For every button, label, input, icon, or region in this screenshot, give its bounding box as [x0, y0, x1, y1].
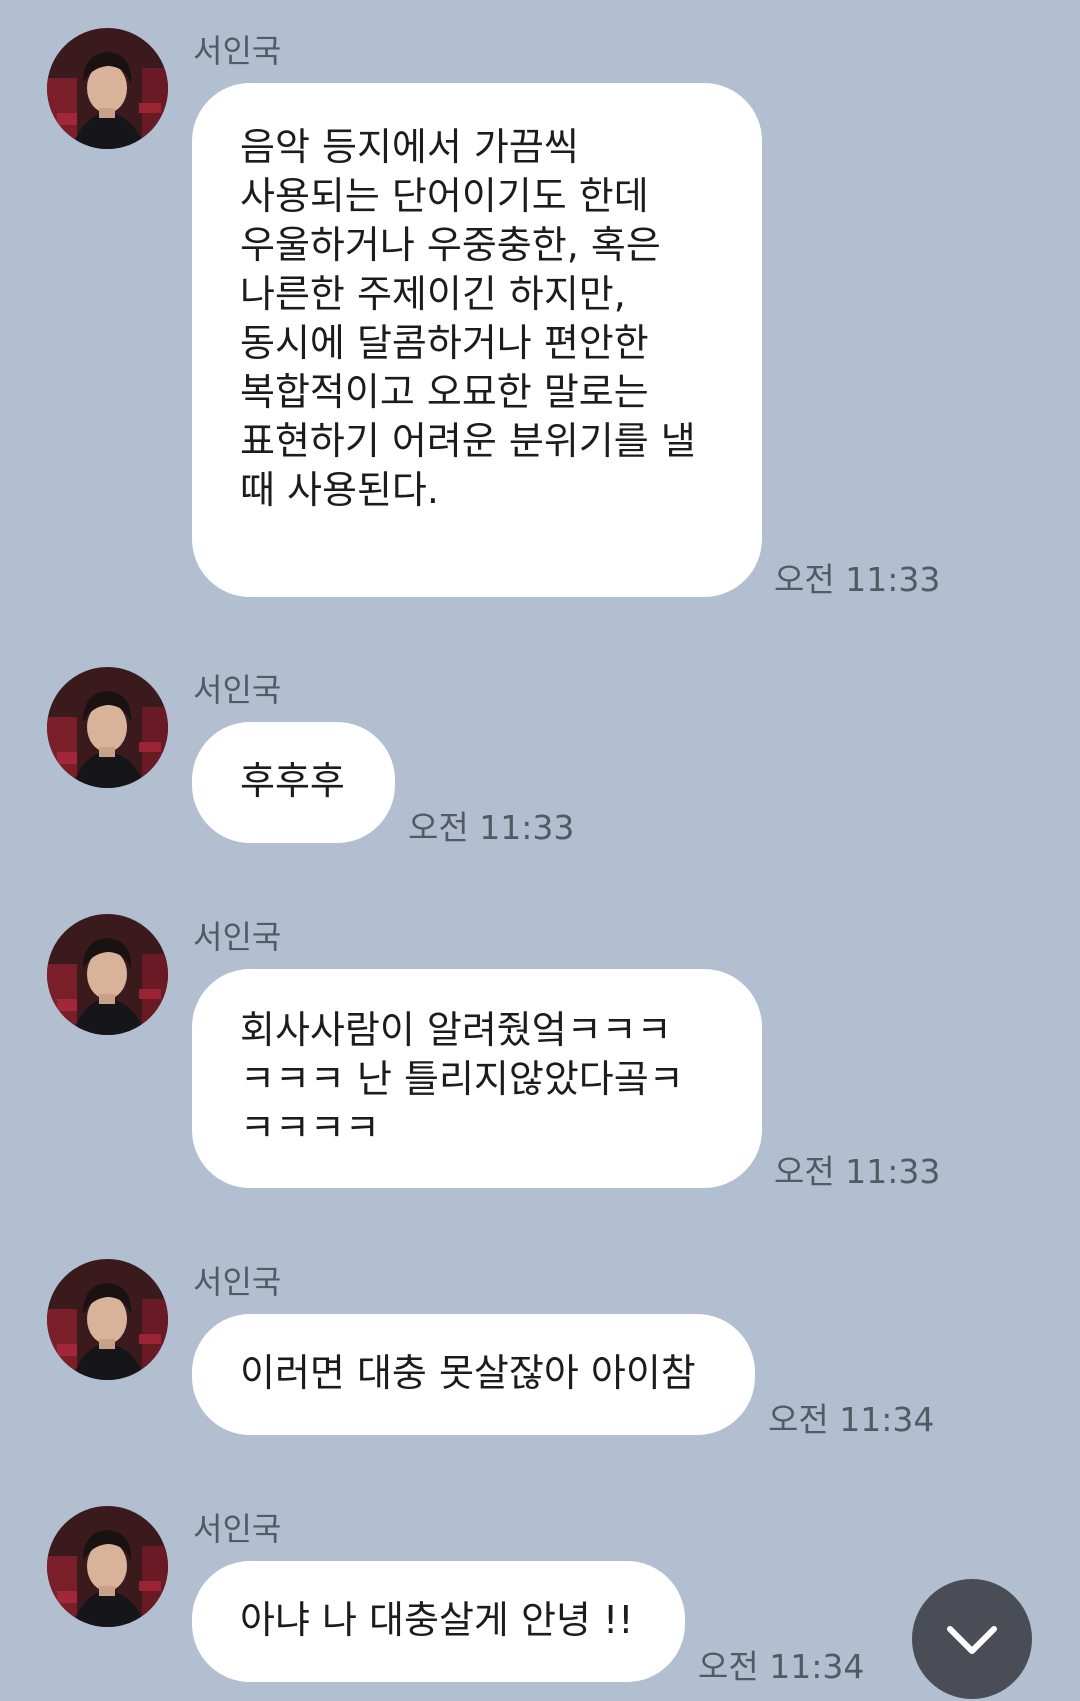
message-bubble[interactable]: 음악 등지에서 가끔씩 사용되는 단어이기도 한데 우울하거나 우중충한, 혹은… — [192, 83, 762, 597]
message-time: 오전 11:33 — [408, 808, 575, 847]
avatar-photo-icon — [47, 1259, 168, 1380]
message-time: 오전 11:34 — [768, 1400, 935, 1439]
avatar[interactable] — [47, 667, 168, 788]
message-time: 오전 11:33 — [774, 1152, 941, 1191]
avatar[interactable] — [47, 28, 168, 149]
chevron-down-icon — [947, 1626, 997, 1654]
avatar[interactable] — [47, 914, 168, 1035]
avatar-photo-icon — [47, 28, 168, 149]
message-bubble[interactable]: 이러면 대충 못살잖아 아이참 — [192, 1314, 755, 1435]
message-time: 오전 11:34 — [698, 1647, 865, 1686]
sender-name: 서인국 — [193, 1510, 282, 1548]
sender-name: 서인국 — [193, 1263, 282, 1301]
message-bubble[interactable]: 회사사람이 알려줬엌ㅋㅋㅋ ㅋㅋㅋ 난 틀리지않았다곸ㅋ ㅋㅋㅋㅋ — [192, 969, 762, 1188]
message-time: 오전 11:33 — [774, 560, 941, 599]
chat-room: 서인국 음악 등지에서 가끔씩 사용되는 단어이기도 한데 우울하거나 우중충한… — [0, 0, 1080, 1701]
message-bubble[interactable]: 아냐 나 대충살게 안녕 !! — [192, 1561, 685, 1682]
sender-name: 서인국 — [193, 671, 282, 709]
avatar[interactable] — [47, 1506, 168, 1627]
message-bubble[interactable]: 후후후 — [192, 722, 395, 843]
avatar[interactable] — [47, 1259, 168, 1380]
sender-name: 서인국 — [193, 32, 282, 70]
avatar-photo-icon — [47, 667, 168, 788]
sender-name: 서인국 — [193, 918, 282, 956]
avatar-photo-icon — [47, 914, 168, 1035]
scroll-to-bottom-button[interactable] — [912, 1579, 1032, 1699]
avatar-photo-icon — [47, 1506, 168, 1627]
